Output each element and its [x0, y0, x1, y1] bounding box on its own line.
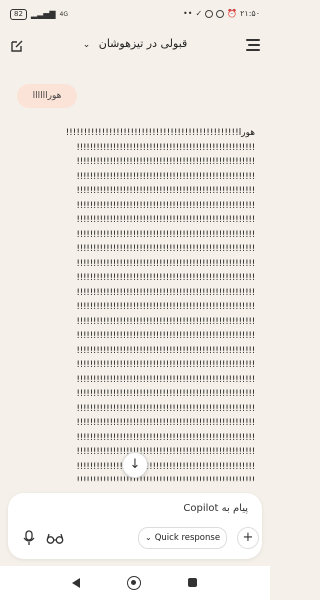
response-line: هورا!!!!!!!!!!!!!!!!!!!!!!!!!!!!!!!!!!!!…	[65, 128, 255, 138]
more-dots-icon: ••	[183, 9, 193, 18]
check-icon: ✓	[195, 9, 203, 18]
response-line: !!!!!!!!!!!!!!!!!!!!!!!!!!!!!!!!!!!!!!!!…	[76, 302, 255, 312]
response-line: !!!!!!!!!!!!!!!!!!!!!!!!!!!!!!!!!!!!!!!!…	[76, 157, 255, 167]
home-icon[interactable]	[127, 576, 141, 590]
response-line: !!!!!!!!!!!!!!!!!!!!!!!!!!!!!!!!!!!!!!!!…	[76, 418, 255, 428]
response-line: !!!!!!!!!!!!!!!!!!!!!!!!!!!!!!!!!!!!!!!!…	[76, 287, 255, 298]
back-icon[interactable]	[72, 578, 80, 588]
battery-indicator: 82	[10, 9, 27, 20]
response-line: !!!!!!!!!!!!!!!!!!!!!!!!!!!!!!!!!!!!!!!!…	[76, 273, 255, 283]
response-line: !!!!!!!!!!!!!!!!!!!!!!!!!!!!!!!!!!!!!!!!…	[76, 374, 255, 385]
quick-response-label: Quick response	[154, 533, 221, 543]
system-nav-bar	[0, 566, 270, 600]
add-attachment-plus-icon[interactable]: +	[237, 527, 259, 549]
chevron-down-icon: ⌄	[145, 533, 152, 542]
response-line: !!!!!!!!!!!!!!!!!!!!!!!!!!!!!!!!!!!!!!!!…	[76, 244, 255, 254]
user-message-bubble: هوراااااا	[17, 84, 77, 108]
response-line: !!!!!!!!!!!!!!!!!!!!!!!!!!!!!!!!!!!!!!!!…	[76, 331, 255, 341]
page-title: قبولی در تیزهوشان	[98, 37, 188, 50]
status-bar: 82 ▂▃▅▇ 4G •• ✓ ⏰ ۲۱:۵۰	[0, 0, 270, 28]
response-line: !!!!!!!!!!!!!!!!!!!!!!!!!!!!!!!!!!!!!!!!…	[76, 316, 255, 327]
response-line: !!!!!!!!!!!!!!!!!!!!!!!!!!!!!!!!!!!!!!!!…	[76, 403, 255, 414]
microphone-icon[interactable]	[22, 530, 36, 546]
recent-apps-icon[interactable]	[188, 578, 197, 587]
sync-icon	[205, 9, 214, 18]
scroll-down-arrow-icon[interactable]: ↓	[122, 452, 148, 478]
message-composer: پیام به Copilot ⌄ Quick response +	[8, 493, 262, 559]
conversation-title-dropdown[interactable]: قبولی در تیزهوشان ⌄	[0, 37, 270, 50]
response-line: !!!!!!!!!!!!!!!!!!!!!!!!!!!!!!!!!!!!!!!!…	[76, 432, 255, 443]
response-line: !!!!!!!!!!!!!!!!!!!!!!!!!!!!!!!!!!!!!!!!…	[76, 389, 255, 399]
response-line: !!!!!!!!!!!!!!!!!!!!!!!!!!!!!!!!!!!!!!!!…	[76, 186, 255, 196]
response-line: !!!!!!!!!!!!!!!!!!!!!!!!!!!!!!!!!!!!!!!!…	[76, 258, 255, 269]
response-line: !!!!!!!!!!!!!!!!!!!!!!!!!!!!!!!!!!!!!!!!…	[76, 142, 255, 153]
message-input[interactable]: پیام به Copilot	[183, 503, 248, 514]
assistant-response: هورا!!!!!!!!!!!!!!!!!!!!!!!!!!!!!!!!!!!!…	[17, 126, 255, 482]
app-header: قبولی در تیزهوشان ⌄	[0, 30, 270, 62]
app-icon	[216, 9, 225, 18]
response-line: !!!!!!!!!!!!!!!!!!!!!!!!!!!!!!!!!!!!!!!!…	[76, 360, 255, 370]
signal-icon: ▂▃▅▇	[30, 10, 56, 19]
response-line: !!!!!!!!!!!!!!!!!!!!!!!!!!!!!!!!!!!!!!!!…	[76, 215, 255, 225]
response-line: !!!!!!!!!!!!!!!!!!!!!!!!!!!!!!!!!!!!!!!!…	[76, 229, 255, 240]
response-line: !!!!!!!!!!!!!!!!!!!!!!!!!!!!!!!!!!!!!!!!…	[76, 200, 255, 211]
network-label: 4G	[59, 11, 68, 18]
clock: ۲۱:۵۰	[240, 9, 260, 18]
menu-icon[interactable]	[246, 39, 260, 51]
response-line: !!!!!!!!!!!!!!!!!!!!!!!!!!!!!!!!!!!!!!!!…	[76, 171, 255, 182]
response-line: !!!!!!!!!!!!!!!!!!!!!!!!!!!!!!!!!!!!!!!!…	[76, 345, 255, 356]
quick-response-dropdown[interactable]: ⌄ Quick response	[138, 527, 228, 549]
vision-glasses-icon[interactable]	[46, 531, 64, 545]
chevron-down-icon: ⌄	[82, 40, 91, 50]
alarm-icon: ⏰	[227, 9, 238, 18]
